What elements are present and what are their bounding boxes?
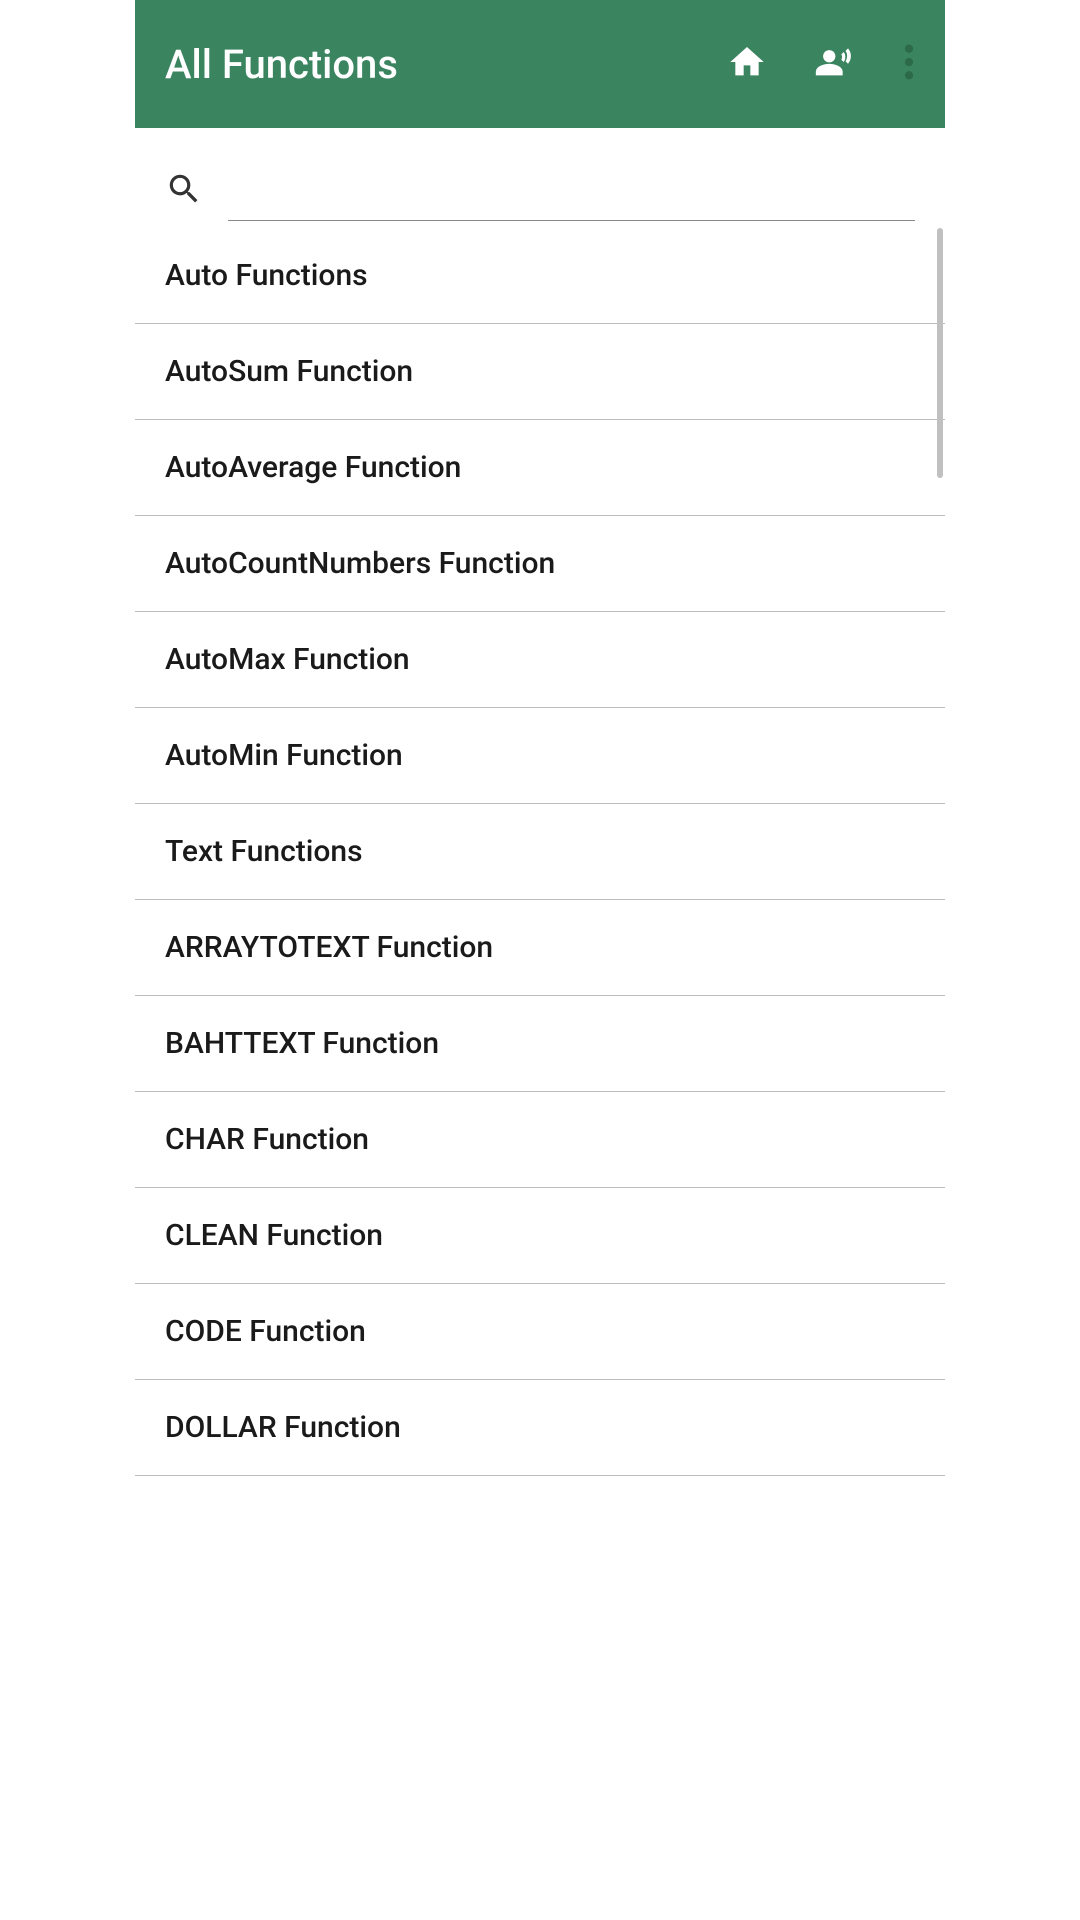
list-item-label: Auto Functions	[165, 258, 368, 293]
list-item[interactable]: ARRAYTOTEXT Function	[135, 900, 945, 996]
home-icon[interactable]	[727, 42, 767, 86]
list-item-label: AutoCountNumbers Function	[165, 546, 555, 581]
list-item-label: DOLLAR Function	[165, 1410, 401, 1445]
list-item-label: AutoAverage Function	[165, 450, 461, 485]
scroll-indicator[interactable]	[937, 228, 943, 478]
search-input[interactable]	[228, 161, 915, 221]
list-item[interactable]: BAHTTEXT Function	[135, 996, 945, 1092]
list-item[interactable]: DOLLAR Function	[135, 1380, 945, 1476]
list-item-label: CODE Function	[165, 1314, 366, 1349]
list-item[interactable]: AutoSum Function	[135, 324, 945, 420]
list-item-label: AutoMin Function	[165, 738, 403, 773]
list-item[interactable]: AutoCountNumbers Function	[135, 516, 945, 612]
list-item[interactable]: AutoMax Function	[135, 612, 945, 708]
list-item[interactable]: CHAR Function	[135, 1092, 945, 1188]
list-item-label: Text Functions	[165, 834, 363, 869]
list-item-label: BAHTTEXT Function	[165, 1026, 439, 1061]
voice-person-icon[interactable]	[812, 39, 858, 89]
app-header: All Functions	[135, 0, 945, 128]
list-item[interactable]: AutoMin Function	[135, 708, 945, 804]
page-title: All Functions	[165, 41, 398, 88]
list-item[interactable]: CLEAN Function	[135, 1188, 945, 1284]
list-item[interactable]: AutoAverage Function	[135, 420, 945, 516]
list-item[interactable]: Text Functions	[135, 804, 945, 900]
list-item-label: CHAR Function	[165, 1122, 369, 1157]
search-icon[interactable]	[165, 170, 203, 212]
app-container: All Functions	[135, 0, 945, 1920]
list-item-label: AutoSum Function	[165, 354, 413, 389]
functions-list: Auto Functions AutoSum Function AutoAver…	[135, 228, 945, 1476]
list-item[interactable]: Auto Functions	[135, 228, 945, 324]
list-item-label: ARRAYTOTEXT Function	[165, 930, 493, 965]
more-icon[interactable]	[903, 42, 915, 86]
header-actions	[727, 39, 915, 89]
list-item-label: CLEAN Function	[165, 1218, 383, 1253]
list-item[interactable]: CODE Function	[135, 1284, 945, 1380]
list-item-label: AutoMax Function	[165, 642, 410, 677]
search-bar	[135, 128, 945, 228]
